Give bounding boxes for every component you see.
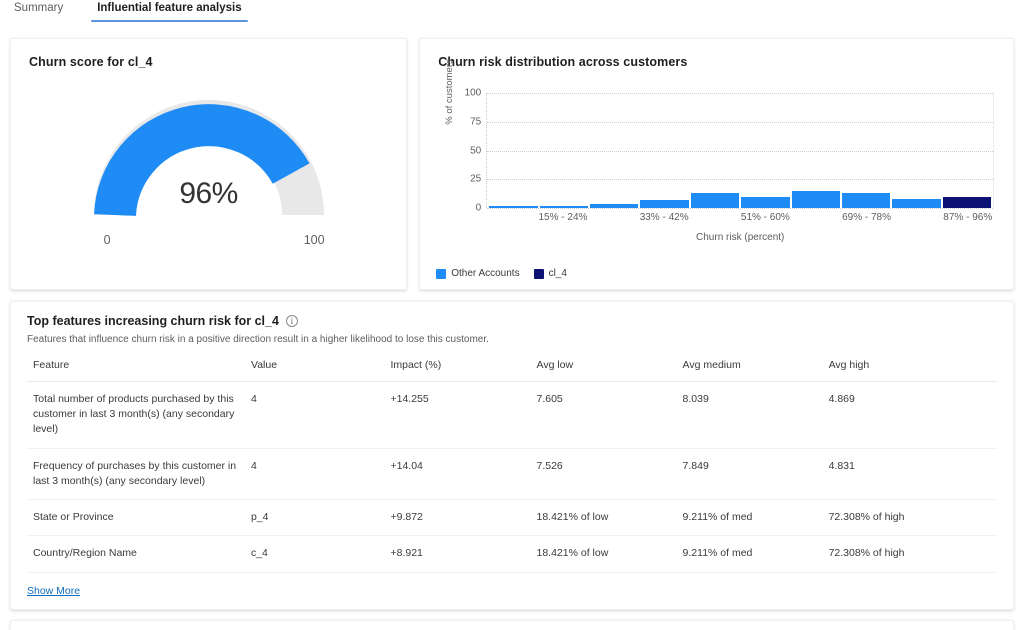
show-more-link[interactable]: Show More — [27, 585, 80, 597]
x-tick-label: 69% - 78% — [842, 212, 891, 223]
bar-chart: % of customers 100 75 50 25 0 15% - 24%3… — [438, 85, 998, 245]
bar[interactable] — [943, 197, 991, 209]
table-row[interactable]: Frequency of purchases by this customer … — [27, 448, 997, 499]
legend-item-cl-4[interactable]: cl_4 — [534, 268, 567, 279]
column-header-avg-medium: Avg medium — [677, 359, 823, 382]
bar-series — [487, 93, 993, 208]
top-features-decreasing-section: Top features decreasing churn risk for c… — [10, 620, 1014, 630]
bar[interactable] — [892, 199, 940, 208]
y-tick-label: 25 — [470, 174, 481, 185]
increasing-features-table: Feature Value Impact (%) Avg low Avg med… — [27, 359, 997, 573]
bar[interactable] — [540, 206, 588, 208]
info-icon[interactable]: i — [286, 315, 298, 327]
gauge-max-label: 100 — [304, 233, 325, 247]
feature-cell: State or Province — [27, 500, 245, 536]
bar[interactable] — [792, 191, 840, 208]
x-tick-label: 87% - 96% — [943, 212, 992, 223]
legend-swatch-icon — [436, 269, 446, 279]
feature-cell: Country/Region Name — [27, 536, 245, 572]
x-axis-label: Churn risk (percent) — [486, 232, 994, 243]
plot-area: 100 75 50 25 0 — [486, 93, 994, 208]
table-header-row: Feature Value Impact (%) Avg low Avg med… — [27, 359, 997, 382]
x-tick-labels: 15% - 24% 33% - 42% 51% - 60% 69% - 78% 87% … — [486, 212, 994, 223]
x-tick-label — [488, 212, 536, 223]
column-header-impact: Impact (%) — [384, 359, 530, 382]
bar[interactable] — [691, 193, 739, 208]
bar[interactable] — [741, 197, 789, 208]
churn-score-title: Churn score for cl_4 — [11, 39, 406, 69]
avg-low-cell: 7.526 — [531, 448, 677, 499]
avg-low-cell: 18.421% of low — [531, 536, 677, 572]
x-tick-label: 51% - 60% — [741, 212, 790, 223]
churn-risk-distribution-title: Churn risk distribution across customers — [420, 39, 1013, 69]
legend-label: Other Accounts — [451, 268, 519, 279]
avg-low-cell: 7.605 — [531, 382, 677, 449]
legend-label: cl_4 — [549, 268, 567, 279]
avg-high-cell: 72.308% of high — [823, 500, 997, 536]
bar[interactable] — [590, 204, 638, 208]
value-cell: p_4 — [245, 500, 385, 536]
x-tick-label: 33% - 42% — [640, 212, 689, 223]
impact-cell: +8.921 — [384, 536, 530, 572]
value-cell: c_4 — [245, 536, 385, 572]
charts-row: Churn score for cl_4 96% 0 100 Churn ris… — [0, 28, 1024, 291]
y-tick-label: 75 — [470, 116, 481, 127]
tab-summary-label: Summary — [14, 2, 63, 14]
tab-influential-feature-analysis[interactable]: Influential feature analysis — [91, 0, 247, 22]
column-header-feature: Feature — [27, 359, 245, 382]
x-tick-label: 15% - 24% — [538, 212, 587, 223]
tab-influential-feature-analysis-label: Influential feature analysis — [97, 2, 241, 14]
avg-high-cell: 4.831 — [823, 448, 997, 499]
gauge-value-text: 96% — [93, 177, 325, 211]
value-cell: 4 — [245, 448, 385, 499]
avg-medium-cell: 9.211% of med — [677, 500, 823, 536]
y-tick-label: 0 — [476, 203, 482, 214]
x-tick-label — [589, 212, 637, 223]
feature-cell: Total number of products purchased by th… — [27, 382, 245, 449]
bar[interactable] — [842, 193, 890, 208]
avg-medium-cell: 8.039 — [677, 382, 823, 449]
column-header-avg-high: Avg high — [823, 359, 997, 382]
table-row[interactable]: State or Provincep_4+9.87218.421% of low… — [27, 500, 997, 536]
y-tick-label: 50 — [470, 145, 481, 156]
increasing-section-subtitle: Features that influence churn risk in a … — [27, 334, 997, 345]
avg-high-cell: 4.869 — [823, 382, 997, 449]
y-axis-label: % of customers — [444, 47, 455, 137]
bar[interactable] — [489, 206, 537, 208]
chart-legend: Other Accounts cl_4 — [436, 268, 567, 279]
x-tick-label — [691, 212, 739, 223]
increasing-section-title: Top features increasing churn risk for c… — [27, 314, 279, 328]
gauge-min-label: 0 — [104, 233, 111, 247]
tab-summary[interactable]: Summary — [8, 0, 69, 22]
legend-swatch-icon — [534, 269, 544, 279]
gauge-chart: 96% 0 100 — [11, 97, 406, 229]
x-tick-label — [792, 212, 840, 223]
legend-item-other-accounts[interactable]: Other Accounts — [436, 268, 519, 279]
avg-low-cell: 18.421% of low — [531, 500, 677, 536]
gridline — [487, 208, 993, 209]
avg-medium-cell: 7.849 — [677, 448, 823, 499]
bar[interactable] — [640, 200, 688, 208]
impact-cell: +14.255 — [384, 382, 530, 449]
churn-score-card: Churn score for cl_4 96% 0 100 — [10, 38, 407, 290]
table-row[interactable]: Total number of products purchased by th… — [27, 382, 997, 449]
column-header-avg-low: Avg low — [531, 359, 677, 382]
impact-cell: +9.872 — [384, 500, 530, 536]
tab-bar: Summary Influential feature analysis — [0, 0, 1024, 28]
table-row[interactable]: Country/Region Namec_4+8.92118.421% of l… — [27, 536, 997, 572]
churn-risk-distribution-card: Churn risk distribution across customers… — [419, 38, 1014, 290]
impact-cell: +14.04 — [384, 448, 530, 499]
top-features-increasing-section: Top features increasing churn risk for c… — [10, 301, 1014, 610]
x-tick-label — [893, 212, 941, 223]
avg-medium-cell: 9.211% of med — [677, 536, 823, 572]
avg-high-cell: 72.308% of high — [823, 536, 997, 572]
column-header-value: Value — [245, 359, 385, 382]
feature-cell: Frequency of purchases by this customer … — [27, 448, 245, 499]
increasing-section-header: Top features increasing churn risk for c… — [27, 314, 997, 328]
value-cell: 4 — [245, 382, 385, 449]
y-tick-label: 100 — [465, 88, 482, 99]
